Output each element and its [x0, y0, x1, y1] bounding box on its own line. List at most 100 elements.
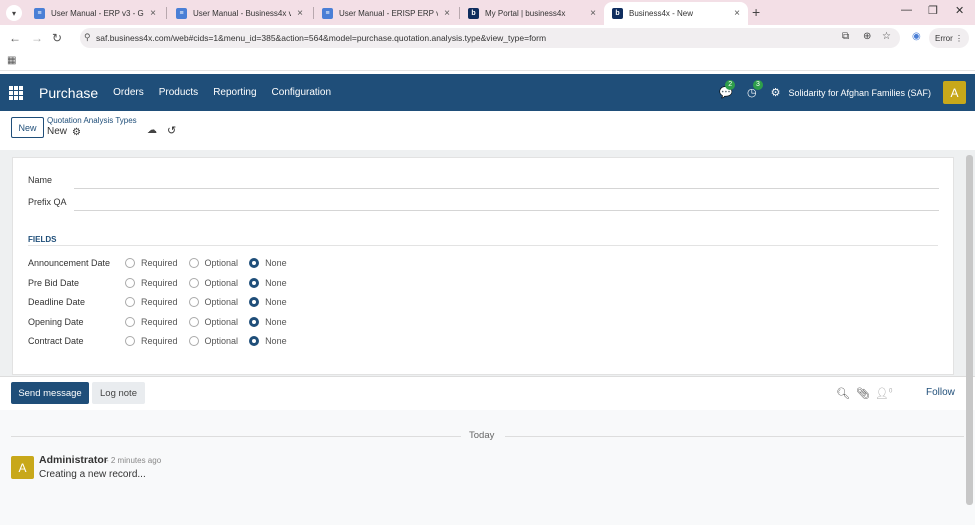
close-icon[interactable]: × — [150, 8, 156, 19]
log-note-button[interactable]: Log note — [92, 382, 145, 404]
messages-badge: 2 — [725, 80, 736, 90]
app-menu-icon[interactable] — [9, 85, 23, 100]
gear-icon[interactable]: ⚙ — [72, 127, 81, 138]
forward-icon[interactable]: → — [31, 31, 43, 45]
browser-tab[interactable]: b My Portal | business4x × — [460, 2, 604, 25]
search-icon[interactable]: 🔍︎ — [836, 387, 850, 400]
radio-circle-icon — [249, 258, 260, 268]
menu-configuration[interactable]: Configuration — [272, 87, 331, 98]
radio-optional[interactable]: Optional — [188, 258, 238, 268]
app-name[interactable]: Purchase — [39, 85, 98, 101]
reload-icon[interactable]: ↻ — [52, 31, 62, 45]
date-divider-right — [505, 436, 964, 437]
doc-icon: ≡ — [34, 8, 45, 19]
browser-tab-active[interactable]: b Business4x - New × — [604, 2, 748, 25]
field-option-row: Pre Bid Date Required Optional None — [28, 276, 298, 290]
radio-optional[interactable]: Optional — [188, 297, 238, 307]
field-option-label: Contract Date — [28, 336, 84, 346]
menu-reporting[interactable]: Reporting — [213, 87, 256, 98]
message-avatar[interactable]: A — [11, 456, 34, 479]
back-icon[interactable]: ← — [9, 31, 21, 45]
prefix-input[interactable] — [74, 192, 939, 211]
profile-error-button[interactable]: Error ⋮ — [929, 28, 969, 48]
attachment-icon[interactable]: 📎︎ — [856, 387, 870, 400]
tab-title: User Manual - ERISP ERP v2 - G — [339, 9, 439, 18]
radio-required[interactable]: Required — [125, 317, 178, 327]
field-option-label: Opening Date — [28, 317, 84, 327]
breadcrumb-parent[interactable]: Quotation Analysis Types — [47, 116, 137, 125]
message-body: Creating a new record... — [39, 469, 146, 480]
field-option-label: Announcement Date — [28, 258, 111, 268]
menu-orders[interactable]: Orders — [113, 87, 144, 98]
tab-title: User Manual - ERP v3 - Google — [51, 9, 144, 18]
radio-required[interactable]: Required — [125, 258, 178, 268]
url-bar[interactable]: ⚲ saf.business4x.com/web#cids=1&menu_id=… — [80, 28, 900, 48]
company-switch-icon[interactable]: ⚙ — [771, 86, 781, 99]
doc-icon: ≡ — [322, 8, 333, 19]
close-icon[interactable]: × — [444, 8, 450, 19]
field-option-row: Opening Date Required Optional None — [28, 315, 298, 329]
followers-icon[interactable]: 👤︎0 — [875, 387, 892, 400]
radio-required[interactable]: Required — [125, 297, 178, 307]
site-info-icon[interactable]: ⚲ — [84, 32, 91, 43]
page-scrollbar[interactable] — [966, 155, 973, 505]
field-option-row: Announcement Date Required Optional None — [28, 256, 298, 270]
date-separator: Today — [469, 430, 495, 441]
radio-label: Optional — [204, 336, 239, 346]
zoom-icon[interactable]: ⊕ — [863, 31, 871, 42]
url-text: saf.business4x.com/web#cids=1&menu_id=38… — [96, 33, 547, 43]
radio-label: None — [265, 258, 287, 268]
follow-button[interactable]: Follow — [926, 387, 955, 398]
address-bar-row: ← → ↻ ⚲ saf.business4x.com/web#cids=1&me… — [0, 25, 975, 51]
radio-none[interactable]: None — [249, 278, 287, 288]
chatter-toolbar: Send message Log note 🔍︎ 📎︎ 👤︎0 Follow — [0, 376, 975, 410]
extension-icon[interactable]: ◉ — [912, 31, 921, 42]
restore-icon[interactable]: ❐ — [928, 4, 938, 17]
message-time: - 2 minutes ago — [106, 456, 162, 465]
radio-none[interactable]: None — [249, 336, 287, 346]
radio-none[interactable]: None — [249, 297, 287, 307]
user-avatar[interactable]: A — [943, 81, 966, 104]
radio-optional[interactable]: Optional — [188, 278, 238, 288]
company-name[interactable]: Solidarity for Afghan Families (SAF) — [788, 88, 931, 98]
radio-label: Required — [141, 317, 178, 327]
radio-optional[interactable]: Optional — [188, 317, 238, 327]
error-label: Error — [934, 33, 953, 43]
radio-circle-icon — [125, 336, 135, 346]
close-icon[interactable]: × — [590, 8, 596, 19]
tab-search-icon[interactable]: ▾ — [6, 5, 22, 21]
radio-circle-icon — [188, 317, 199, 327]
activities-badge: 3 — [752, 80, 763, 90]
date-divider-left — [11, 436, 461, 437]
close-icon[interactable]: × — [297, 8, 303, 19]
minimize-icon[interactable]: — — [901, 4, 912, 16]
new-button[interactable]: New — [11, 117, 44, 138]
prefix-field-row: Prefix QA — [28, 192, 940, 212]
install-app-icon[interactable]: ⧉ — [842, 31, 849, 42]
browser-tab[interactable]: ≡ User Manual - ERP v3 - Google × — [26, 2, 164, 25]
radio-none[interactable]: None — [249, 317, 287, 327]
browser-tab[interactable]: ≡ User Manual - Business4x v3 - G × — [168, 2, 311, 25]
bookmark-star-icon[interactable]: ☆ — [882, 31, 891, 42]
radio-required[interactable]: Required — [125, 336, 178, 346]
browser-tab[interactable]: ≡ User Manual - ERISP ERP v2 - G × — [314, 2, 458, 25]
send-message-button[interactable]: Send message — [11, 382, 89, 404]
new-tab-icon[interactable]: + — [752, 4, 760, 20]
save-cloud-icon[interactable]: ☁ — [147, 125, 157, 136]
messages-icon[interactable]: 💬 2 — [719, 80, 736, 99]
name-input[interactable] — [74, 170, 939, 189]
bookmarks-bar: ▦ — [0, 51, 975, 71]
name-field-row: Name — [28, 170, 940, 190]
window-close-icon[interactable]: ✕ — [955, 4, 964, 17]
apps-grid-icon[interactable]: ▦ — [7, 55, 16, 66]
radio-optional[interactable]: Optional — [188, 336, 239, 346]
radio-circle-icon — [249, 297, 260, 307]
discard-icon[interactable]: ↺ — [167, 124, 176, 137]
close-icon[interactable]: × — [734, 8, 740, 19]
form-sheet: Name Prefix QA FIELDS Announcement Date R… — [12, 157, 954, 375]
menu-products[interactable]: Products — [159, 87, 198, 98]
radio-required[interactable]: Required — [125, 278, 178, 288]
activities-icon[interactable]: ◷ 3 — [747, 80, 763, 99]
radio-none[interactable]: None — [249, 258, 287, 268]
message-author[interactable]: Administrator — [39, 454, 108, 466]
